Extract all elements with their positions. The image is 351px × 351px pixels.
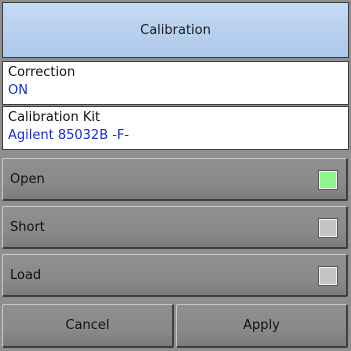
cancel-button-label: Cancel [65, 318, 110, 333]
calibration-kit-value: Agilent 85032B -F- [8, 128, 130, 143]
correction-field[interactable]: Correction ON [2, 61, 349, 105]
cancel-button[interactable]: Cancel [2, 304, 174, 348]
open-status-indicator [318, 170, 338, 190]
calibration-panel: Calibration Correction ON Calibration Ki… [0, 0, 351, 351]
calibration-kit-label: Calibration Kit [8, 110, 101, 125]
short-button[interactable]: Short [2, 206, 348, 249]
open-button-label: Open [10, 171, 45, 187]
load-status-indicator [318, 266, 338, 286]
short-status-indicator [318, 218, 338, 238]
apply-button[interactable]: Apply [176, 304, 348, 348]
apply-button-label: Apply [243, 318, 280, 333]
calibration-kit-field[interactable]: Calibration Kit Agilent 85032B -F- [2, 106, 349, 150]
load-button[interactable]: Load [2, 254, 348, 297]
panel-title-text: Calibration [140, 22, 211, 38]
correction-label: Correction [8, 65, 76, 80]
open-button[interactable]: Open [2, 158, 348, 201]
panel-title: Calibration [2, 2, 349, 58]
load-button-label: Load [10, 267, 42, 283]
short-button-label: Short [10, 219, 45, 235]
correction-value: ON [8, 83, 28, 98]
